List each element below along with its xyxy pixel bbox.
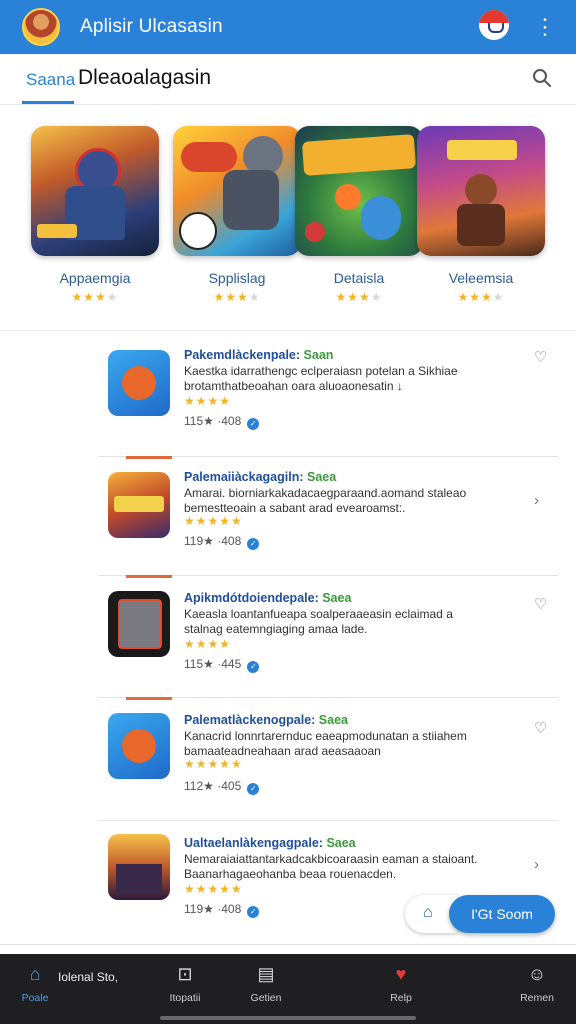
app-bar: Aplisir Ulcasasin ⋮ <box>0 0 576 54</box>
row-description: Amarai. biorniarkakadacaegparaand.aomand… <box>184 486 467 515</box>
featured-rating: ★★★★ <box>457 290 505 304</box>
nav-label: Relp <box>390 992 412 1004</box>
featured-name: Spplislag <box>208 270 266 286</box>
featured-card[interactable]: Spplislag ★★★★ <box>172 126 302 304</box>
row-rating: ★★★★ <box>184 637 232 651</box>
featured-name: Appaemgia <box>59 270 131 286</box>
favorite-icon[interactable]: ♡ <box>534 595 547 613</box>
row-meta: 115★ ·408 ✓ <box>184 414 260 430</box>
nav-label: Itopatii <box>169 992 201 1004</box>
favorite-icon[interactable]: ♡ <box>534 348 547 366</box>
verified-icon: ✓ <box>247 906 260 918</box>
bottom-nav: ⌂ Poale Iolenal Sto, ⊡ Itopatii ▤ Getien… <box>0 954 576 1024</box>
search-icon[interactable] <box>532 68 552 88</box>
accent-bar <box>126 575 172 578</box>
verified-icon: ✓ <box>247 418 260 430</box>
row-title: Pakemdlàckenpale: Saan <box>184 348 334 362</box>
verified-icon: ✓ <box>247 783 260 795</box>
nav-profile[interactable]: ☺ Remen <box>502 962 572 1004</box>
row-rating: ★★★★★ <box>184 514 243 528</box>
row-rating: ★★★★★ <box>184 757 243 771</box>
row-description: Kanacrid lonnrtarernduc eaeapmodunatan a… <box>184 729 467 758</box>
app-icon <box>108 591 170 657</box>
chevron-right-icon[interactable]: › <box>534 856 539 873</box>
featured-game-image <box>417 126 545 256</box>
featured-game-image <box>173 126 301 256</box>
featured-rating: ★★★★ <box>71 290 119 304</box>
row-meta: 119★ ·408 ✓ <box>184 902 260 918</box>
row-rating: ★★★★★ <box>184 882 243 896</box>
row-meta: 115★ ·445 ✓ <box>184 657 260 673</box>
list-item[interactable]: Palemaiiàckagagiln: Saea Amarai. biornia… <box>98 456 558 574</box>
app-icon <box>108 350 170 416</box>
divider <box>98 820 558 821</box>
accent-bar <box>126 697 172 700</box>
home-outline-icon: ⌂ <box>423 904 433 921</box>
section-title: Dleaoalagasin <box>78 66 212 89</box>
mascot-icon[interactable] <box>479 10 509 40</box>
nav-label: Getien <box>250 992 282 1004</box>
app-icon <box>108 713 170 779</box>
list-item[interactable]: Pakemdlàckenpale: Saan Kaestka idarrathe… <box>98 336 558 454</box>
avatar-icon[interactable] <box>22 8 60 46</box>
list-item[interactable]: Palematlàckenogpale: Saea Kanacrid lonnr… <box>98 697 558 815</box>
row-title: Apikmdótdoiendepale: Saea <box>184 591 352 605</box>
row-title: Palematlàckenogpale: Saea <box>184 713 348 727</box>
favorite-icon: ♥ <box>395 964 407 984</box>
list-item[interactable]: Apikmdótdoiendepale: Saea Kaeasla loanta… <box>98 575 558 693</box>
app-icon <box>108 834 170 900</box>
fab-primary-button[interactable]: I'Gt Soom <box>449 895 555 933</box>
accent-bar <box>126 456 172 459</box>
nav-library[interactable]: ⊡ Itopatii <box>150 962 220 1004</box>
tab-saana[interactable]: Saana <box>26 70 75 90</box>
row-description: Kaeasla loantanfueapa soalperaaeasin ecl… <box>184 607 453 636</box>
verified-icon: ✓ <box>247 538 260 550</box>
app-icon <box>108 472 170 538</box>
library-icon: ⊡ <box>177 964 193 984</box>
featured-game-image <box>31 126 159 256</box>
row-rating: ★★★★ <box>184 394 232 408</box>
featured-name: Veleemsia <box>448 270 514 286</box>
nav-extra-label: Iolenal Sto, <box>58 970 119 984</box>
featured-card[interactable]: Detaisla ★★★★ <box>294 126 424 304</box>
featured-name: Detaisla <box>333 270 385 286</box>
featured-card[interactable]: Veleemsia ★★★★ <box>416 126 546 304</box>
nav-list[interactable]: ▤ Getien <box>231 962 301 1004</box>
chevron-right-icon[interactable]: › <box>534 492 539 509</box>
list-icon: ▤ <box>257 964 275 984</box>
featured-rating: ★★★★ <box>335 290 383 304</box>
divider <box>0 944 576 945</box>
featured-rating: ★★★★ <box>213 290 261 304</box>
favorite-icon[interactable]: ♡ <box>534 719 547 737</box>
row-meta: 112★ ·405 ✓ <box>184 779 260 795</box>
nav-label: Remen <box>520 992 554 1004</box>
more-menu-icon[interactable]: ⋮ <box>534 14 556 40</box>
row-title: Ualtaelanlàkengagpale: Saea <box>184 836 356 850</box>
nav-favorite[interactable]: ♥ Relp <box>366 962 436 1004</box>
row-description: Nemaraiaiattantarkadcakbicoaraasin eaman… <box>184 852 478 881</box>
home-indicator[interactable] <box>160 1016 416 1020</box>
verified-icon: ✓ <box>247 661 260 673</box>
row-description: Kaestka idarrathengc eclperaiasn potelan… <box>184 364 458 393</box>
featured-game-image <box>295 126 423 256</box>
profile-icon: ☺ <box>527 964 547 984</box>
featured-card[interactable]: Appaemgia ★★★★ <box>30 126 160 304</box>
row-meta: 119★ ·408 ✓ <box>184 534 260 550</box>
nav-label: Poale <box>21 992 49 1004</box>
row-title: Palemaiiàckagagiln: Saea <box>184 470 337 484</box>
app-title: Aplisir Ulcasasin <box>80 16 223 37</box>
